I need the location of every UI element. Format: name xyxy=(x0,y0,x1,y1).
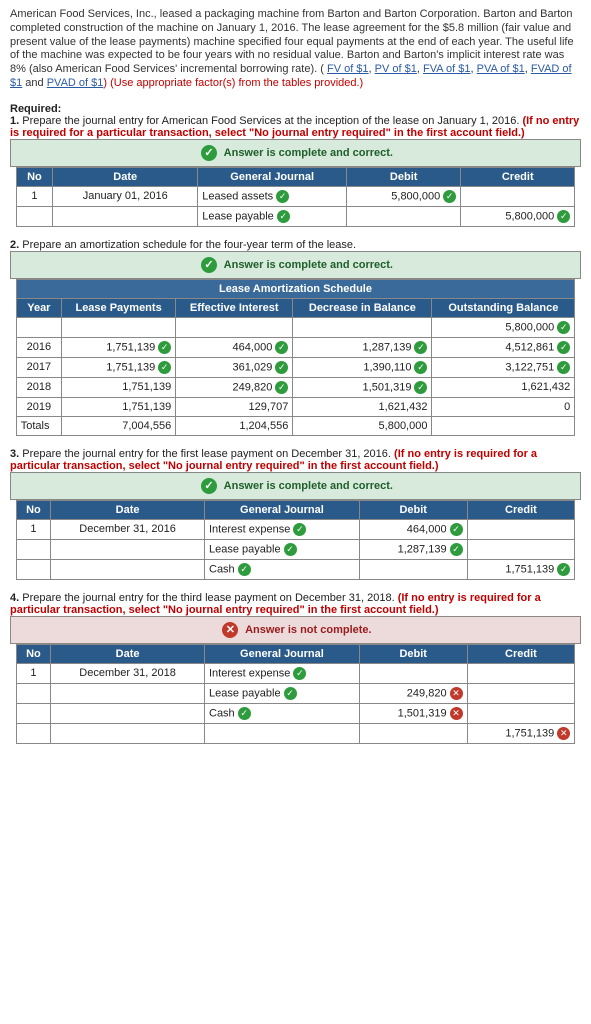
link-fv[interactable]: FV of $1 xyxy=(327,63,369,75)
table-row: Lease payable✓1,287,139✓ xyxy=(16,539,575,559)
table-row: 1 January 01, 2016 Leased assets✓ 5,800,… xyxy=(16,186,575,206)
check-icon: ✓ xyxy=(201,145,217,161)
q3-journal-table: NoDateGeneral JournalDebitCredit 1Decemb… xyxy=(16,500,576,580)
q1-status-banner: ✓ Answer is complete and correct. xyxy=(10,139,581,167)
check-icon: ✓ xyxy=(557,210,570,223)
q4-status-banner: ✕ Answer is not complete. xyxy=(10,616,581,644)
table-row: Lease payable✓ 5,800,000✓ xyxy=(16,206,575,226)
table-row: 20191,751,139129,7071,621,4320 xyxy=(16,397,575,416)
check-icon: ✓ xyxy=(276,190,289,203)
question-4: 4. Prepare the journal entry for the thi… xyxy=(10,592,581,744)
question-3: 3. Prepare the journal entry for the fir… xyxy=(10,448,581,580)
q3-status-banner: ✓ Answer is complete and correct. xyxy=(10,472,581,500)
q2-prompt: 2. Prepare an amortization schedule for … xyxy=(10,239,581,251)
cross-icon: ✕ xyxy=(222,622,238,638)
intro-tail: ) (Use appropriate factor(s) from the ta… xyxy=(103,77,363,89)
table-row: 20161,751,139✓464,000✓1,287,139✓4,512,86… xyxy=(16,337,575,357)
table-row: Cash✓1,751,139✓ xyxy=(16,559,575,579)
question-2: 2. Prepare an amortization schedule for … xyxy=(10,239,581,436)
problem-intro: American Food Services, Inc., leased a p… xyxy=(10,8,581,91)
table-row: 5,800,000✓ xyxy=(16,317,575,337)
table-row: 1,751,139✕ xyxy=(16,723,575,743)
check-icon: ✓ xyxy=(277,210,290,223)
check-icon: ✓ xyxy=(201,257,217,273)
table-row: 20181,751,139249,820✓1,501,319✓1,621,432 xyxy=(16,377,575,397)
link-pva[interactable]: PVA of $1 xyxy=(477,63,525,75)
required-label: Required: xyxy=(10,103,581,115)
q1-prompt: 1. Prepare the journal entry for America… xyxy=(10,115,581,139)
table-row: Cash✓1,501,319✕ xyxy=(16,703,575,723)
link-fva[interactable]: FVA of $1 xyxy=(423,63,471,75)
q2-status-banner: ✓ Answer is complete and correct. xyxy=(10,251,581,279)
q3-prompt: 3. Prepare the journal entry for the fir… xyxy=(10,448,581,472)
link-pvad[interactable]: PVAD of $1 xyxy=(47,77,104,89)
table-row: Totals7,004,5561,204,5565,800,000 xyxy=(16,416,575,435)
table-row: 20171,751,139✓361,029✓1,390,110✓3,122,75… xyxy=(16,357,575,377)
q4-journal-table: NoDateGeneral JournalDebitCredit 1Decemb… xyxy=(16,644,576,744)
q4-prompt: 4. Prepare the journal entry for the thi… xyxy=(10,592,581,616)
q1-journal-table: No Date General Journal Debit Credit 1 J… xyxy=(16,167,576,227)
table-row: 1December 31, 2016Interest expense✓464,0… xyxy=(16,519,575,539)
check-icon: ✓ xyxy=(443,190,456,203)
question-1: Required: 1. Prepare the journal entry f… xyxy=(10,103,581,227)
table-row: Lease payable✓249,820✕ xyxy=(16,683,575,703)
check-icon: ✓ xyxy=(201,478,217,494)
table-row: 1December 31, 2018Interest expense✓ xyxy=(16,663,575,683)
link-pv[interactable]: PV of $1 xyxy=(375,63,417,75)
q2-amortization-table: Lease Amortization Schedule Year Lease P… xyxy=(16,279,576,436)
